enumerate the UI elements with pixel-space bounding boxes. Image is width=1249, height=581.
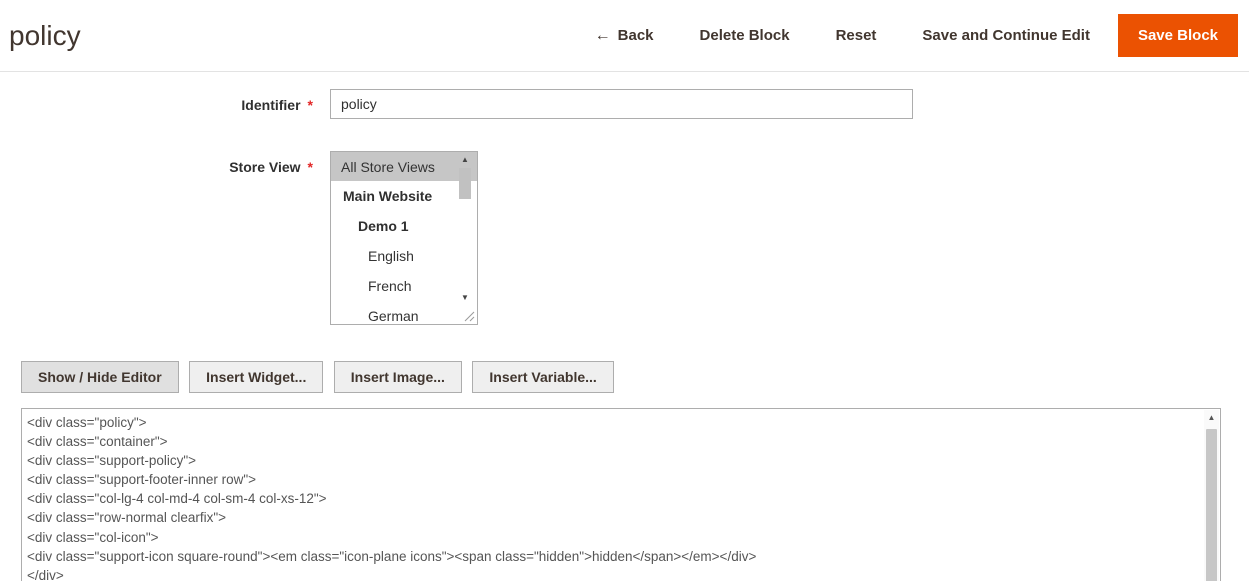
required-asterisk: * — [308, 159, 313, 175]
required-asterisk: * — [308, 97, 313, 113]
content-code-textarea[interactable]: <div class="policy"> <div class="contain… — [21, 408, 1221, 581]
insert-widget-button[interactable]: Insert Widget... — [189, 361, 323, 393]
scrollbar-thumb[interactable] — [1206, 429, 1217, 581]
option-main-website[interactable]: Main Website — [331, 181, 477, 211]
code-line: <div class="support-footer-inner row"> — [27, 470, 1198, 489]
back-button[interactable]: ← Back — [595, 27, 654, 45]
header-actions: ← Back Delete Block Reset Save and Conti… — [549, 14, 1238, 57]
identifier-input[interactable] — [330, 89, 913, 119]
option-all-store-views[interactable]: All Store Views — [331, 152, 477, 181]
store-view-label: Store View — [229, 159, 300, 175]
identifier-field-cell — [330, 89, 913, 119]
scrollbar-thumb[interactable] — [459, 168, 471, 199]
identifier-row: Identifier * — [0, 89, 1249, 119]
scroll-up-icon[interactable]: ▲ — [458, 154, 472, 166]
page-header: policy ← Back Delete Block Reset Save an… — [0, 0, 1249, 72]
code-line: <div class="col-lg-4 col-md-4 col-sm-4 c… — [27, 489, 1198, 508]
insert-variable-button[interactable]: Insert Variable... — [472, 361, 613, 393]
scroll-down-icon[interactable]: ▼ — [458, 292, 472, 304]
store-view-label-cell: Store View * — [0, 151, 313, 175]
back-button-label: Back — [618, 27, 654, 44]
option-german[interactable]: German — [331, 301, 477, 325]
store-view-scrollbar[interactable]: ▲ ▼ — [458, 154, 472, 304]
identifier-label-cell: Identifier * — [0, 89, 313, 113]
block-edit-form: Identifier * Store View * All Store Views … — [0, 72, 1249, 581]
save-and-continue-button[interactable]: Save and Continue Edit — [922, 27, 1090, 44]
code-line: <div class="row-normal clearfix"> — [27, 508, 1198, 527]
show-hide-editor-button[interactable]: Show / Hide Editor — [21, 361, 179, 393]
reset-button[interactable]: Reset — [836, 27, 877, 44]
code-line: </div> — [27, 566, 1198, 581]
code-line: <div class="policy"> — [27, 413, 1198, 432]
save-block-button[interactable]: Save Block — [1118, 14, 1238, 57]
code-line: <div class="support-icon square-round"><… — [27, 547, 1198, 566]
option-french[interactable]: French — [331, 271, 477, 301]
editor-toolbar: Show / Hide Editor Insert Widget... Inse… — [21, 361, 1249, 393]
page-title: policy — [9, 20, 81, 52]
option-demo-1[interactable]: Demo 1 — [331, 211, 477, 241]
back-arrow-icon: ← — [595, 27, 611, 45]
store-view-multiselect[interactable]: All Store Views Main Website Demo 1 Engl… — [330, 151, 478, 325]
code-line: <div class="support-policy"> — [27, 451, 1198, 470]
code-line: <div class="col-icon"> — [27, 528, 1198, 547]
resize-grip-icon[interactable] — [462, 309, 475, 322]
code-line: <div class="container"> — [27, 432, 1198, 451]
delete-block-button[interactable]: Delete Block — [700, 27, 790, 44]
insert-image-button[interactable]: Insert Image... — [334, 361, 462, 393]
textarea-scrollbar[interactable]: ▲ — [1204, 410, 1219, 581]
store-view-field-cell: All Store Views Main Website Demo 1 Engl… — [330, 151, 478, 325]
option-english[interactable]: English — [331, 241, 477, 271]
scroll-up-icon[interactable]: ▲ — [1204, 410, 1219, 426]
store-view-row: Store View * All Store Views Main Website… — [0, 151, 1249, 325]
identifier-label: Identifier — [241, 97, 300, 113]
